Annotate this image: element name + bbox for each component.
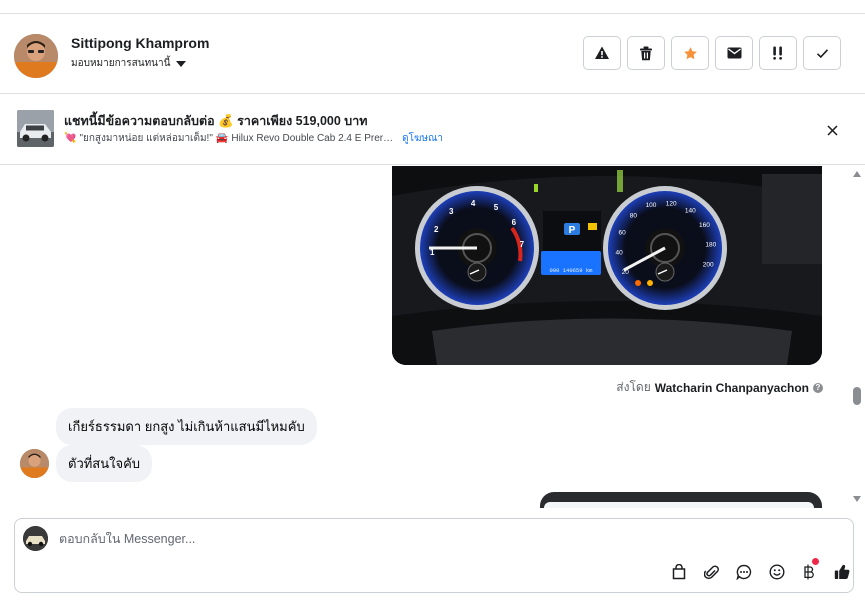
scrollbar-thumb[interactable] (853, 387, 861, 405)
close-banner-button[interactable] (822, 120, 842, 140)
view-ad-link[interactable]: ดูโฆษณา (402, 131, 443, 146)
sent-by-label: ส่งโดย Watcharin Chanpanyachon ? (616, 378, 823, 397)
saved-replies-button[interactable] (728, 561, 761, 583)
gauge-tick-label: 20 (622, 269, 630, 276)
sent-by-prefix: ส่งโดย (616, 380, 651, 394)
delete-button[interactable] (627, 36, 665, 70)
ad-thumbnail[interactable] (17, 110, 54, 147)
saved-reply-icon (736, 564, 752, 580)
message-thread[interactable]: P 1 2 3 4 5 6 7 20 40 60 80 100 120 140 160 180 200 000… (0, 166, 851, 508)
emoji-icon (769, 564, 785, 580)
assign-conversation-dropdown[interactable]: มอบหมายการสนทนานี้ (71, 56, 187, 71)
thread-scrollbar[interactable] (851, 166, 865, 508)
scroll-down-arrow-icon[interactable] (853, 496, 861, 502)
baht-icon (804, 564, 815, 580)
payment-button[interactable] (793, 558, 826, 583)
odometer-readout: 000 140659 km (550, 267, 594, 274)
outgoing-image-preview[interactable] (540, 492, 822, 508)
scroll-up-arrow-icon[interactable] (853, 171, 861, 177)
reply-input[interactable] (59, 532, 619, 546)
incoming-message[interactable]: ตัวที่สนใจคับ (56, 445, 153, 482)
send-like-button[interactable] (826, 561, 859, 583)
car-emoji: 🚘 (215, 133, 229, 144)
gauge-tick-label: 120 (666, 200, 677, 207)
trash-icon (640, 46, 652, 60)
chevron-down-icon (176, 60, 187, 67)
contact-avatar[interactable] (14, 34, 58, 78)
close-icon (826, 124, 838, 136)
gauge-tick-label: 4 (471, 199, 476, 208)
gauge-tick-label: 7 (520, 240, 525, 249)
reply-composer (14, 518, 854, 593)
banner-title: แชทนี้มีข้อความตอบกลับต่อ 💰 ราคาเพียง 51… (64, 114, 368, 128)
exclamation-icon (773, 46, 782, 60)
gauge-tick-label: 6 (512, 218, 517, 227)
banner-quote: "ยกสูงมาหน่อย แต่หล่อมาเต็ม!" (79, 133, 213, 144)
thumbs-up-icon (834, 564, 850, 580)
incoming-message[interactable]: เกียร์ธรรมดา ยกสูง ไม่เกินห้าแสนมีไหมคับ (56, 408, 317, 445)
dashboard-photo[interactable]: P 1 2 3 4 5 6 7 20 40 60 80 100 120 140 160 180 200 000… (392, 166, 822, 365)
attach-button[interactable] (696, 561, 729, 583)
emoji-button[interactable] (761, 561, 794, 583)
checkmark-icon (816, 48, 828, 58)
gauge-tick-label: 160 (699, 222, 710, 229)
sent-by-name: Watcharin Chanpanyachon (654, 380, 809, 395)
gauge-tick-label: 100 (646, 202, 657, 209)
gauge-tick-label: 180 (705, 242, 716, 249)
gauge-tick-label: 40 (615, 250, 623, 257)
follow-up-button[interactable] (759, 36, 797, 70)
gauge-tick-label: 1 (430, 248, 435, 257)
heart-emoji: 💘 (64, 133, 77, 144)
banner-model: Hilux Revo Double Cab 2.4 E Prer… (231, 133, 394, 144)
composer-toolbar (663, 558, 859, 583)
gauge-tick-label: 140 (685, 208, 696, 215)
conversation-actions (583, 36, 841, 70)
star-icon (683, 46, 697, 59)
spam-button[interactable] (583, 36, 621, 70)
banner-subtitle: 💘 "ยกสูงมาหน่อย แต่หล่อมาเต็ม!" 🚘 Hilux … (64, 131, 443, 146)
gauge-tick-label: 60 (618, 229, 626, 236)
notification-dot (812, 558, 819, 565)
assign-label: มอบหมายการสนทนานี้ (71, 58, 171, 69)
gauge-tick-label: 5 (494, 203, 499, 212)
ad-referral-banner: แชทนี้มีข้อความตอบกลับต่อ 💰 ราคาเพียง 51… (0, 94, 865, 165)
envelope-icon (727, 47, 741, 59)
conversation-header: Sittipong Khamprom มอบหมายการสนทนานี้ (0, 14, 865, 94)
info-icon[interactable]: ? (813, 382, 823, 393)
shop-button[interactable] (663, 561, 696, 583)
contact-name[interactable]: Sittipong Khamprom (71, 35, 209, 51)
paperclip-icon (704, 565, 720, 580)
gauge-tick-label: 80 (630, 213, 638, 220)
mark-done-button[interactable] (803, 36, 841, 70)
gauge-tick-label: 2 (434, 225, 439, 234)
warning-icon (595, 46, 609, 59)
page-avatar (23, 526, 48, 551)
bag-icon (673, 564, 686, 580)
sender-avatar[interactable] (20, 449, 49, 478)
mark-unread-button[interactable] (715, 36, 753, 70)
gauge-tick-label: 3 (449, 207, 454, 216)
svg-text:P: P (569, 225, 576, 236)
gauge-tick-label: 200 (703, 262, 714, 269)
star-button[interactable] (671, 36, 709, 70)
